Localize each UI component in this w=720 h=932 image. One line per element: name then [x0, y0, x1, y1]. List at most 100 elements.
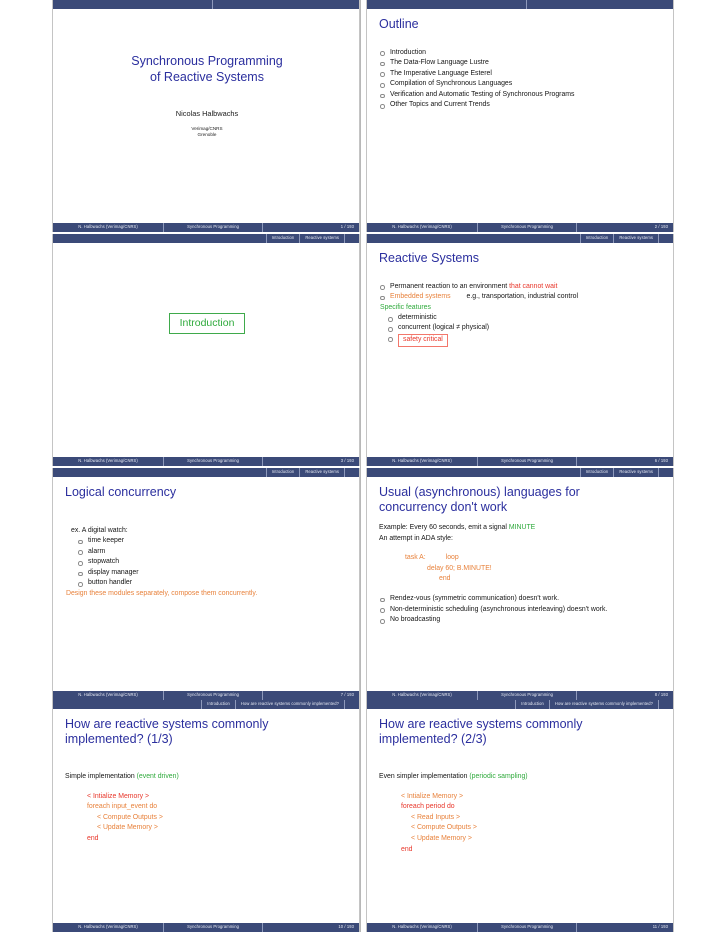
code-line-foreach: foreach input_event do — [87, 803, 158, 811]
footer-page-number: 7 / 193 — [340, 692, 354, 698]
slide-heading-line2: implemented? (1/3) — [65, 731, 173, 746]
footer-author: N. Halbwachs (Verimag/CNRS) — [78, 692, 138, 698]
navbar-tail — [344, 700, 359, 709]
slide-navbar — [367, 0, 673, 9]
slide-async-languages: Introduction Reactive systems Usual (asy… — [366, 468, 674, 700]
slide-reactive-systems: Introduction Reactive systems Reactive S… — [366, 234, 674, 466]
navbar-tail — [658, 700, 673, 709]
code-line-foreach: foreach period do — [401, 803, 455, 811]
footer-page-number: 1 / 193 — [340, 224, 354, 230]
affiliation-city: Grenoble — [197, 132, 217, 137]
navbar-spacer — [53, 700, 201, 709]
safety-critical-badge: safety critical — [398, 333, 448, 347]
navbar-section-introduction[interactable]: Introduction — [579, 468, 614, 477]
presentation-title-line2: of Reactive Systems — [150, 70, 264, 84]
slide-heading-line1: How are reactive systems commonly — [65, 717, 269, 731]
slide-title: Synchronous Programming of Reactive Syst… — [52, 0, 360, 232]
bullet-text-emphasis: that cannot wait — [509, 282, 558, 290]
footer-author: N. Halbwachs (Verimag/CNRS) — [78, 458, 138, 464]
slide-footer: N. Halbwachs (Verimag/CNRS) Synchronous … — [53, 457, 359, 466]
column-divider — [360, 0, 361, 932]
signal-name: MINUTE — [508, 524, 536, 531]
footer-author: N. Halbwachs (Verimag/CNRS) — [392, 924, 452, 930]
footer-course: Synchronous Programming — [477, 457, 576, 466]
footer-course: Synchronous Programming — [163, 691, 262, 700]
slide-navbar: Introduction How are reactive systems co… — [53, 700, 359, 709]
code-line-init-memory: < Intialize Memory > — [401, 792, 464, 800]
list-item: Compilation of Synchronous Languages — [379, 79, 663, 90]
slide-content: Outline Introduction The Data-Flow Langu… — [367, 9, 673, 223]
slide-content: Reactive Systems Permanent reaction to a… — [367, 243, 673, 457]
navbar-section-introduction[interactable]: Introduction — [515, 700, 549, 709]
footer-section — [262, 457, 305, 466]
navbar-subsection-reactive-systems[interactable]: Reactive systems — [613, 468, 658, 477]
list-item: Rendez-vous (symmetric communication) do… — [379, 594, 663, 605]
slide-introduction-section: Introduction Reactive systems Introducti… — [52, 234, 360, 466]
list-item: safety critical — [387, 333, 663, 347]
code-line-read-inputs: < Read Inputs > — [411, 813, 461, 821]
slide-footer: N. Halbwachs (Verimag/CNRS) Synchronous … — [53, 923, 359, 932]
bullet-text-emphasis: Embedded systems — [390, 293, 451, 301]
slide-heading: Logical concurrency — [65, 485, 177, 499]
navbar-section-introduction[interactable]: Introduction — [201, 700, 235, 709]
vertical-spacer — [379, 32, 663, 48]
implementation-lead-text: Even simpler implementation — [379, 773, 470, 780]
list-item: deterministic — [387, 313, 663, 323]
slide-footer: N. Halbwachs (Verimag/CNRS) Synchronous … — [367, 691, 673, 700]
navbar-empty-right — [213, 0, 359, 9]
code-line-compute-outputs: < Compute Outputs > — [97, 813, 163, 821]
async-problems-list: Rendez-vous (symmetric communication) do… — [379, 594, 663, 626]
list-item: alarm — [77, 547, 349, 558]
list-item: Non-deterministic scheduling (asynchrono… — [379, 605, 663, 616]
watch-modules-list: time keeper alarm stopwatch display mana… — [65, 536, 349, 589]
list-item: No broadcasting — [379, 615, 663, 626]
navbar-subsection-reactive-systems[interactable]: Reactive systems — [299, 468, 344, 477]
slide-heading: How are reactive systems commonly implem… — [379, 717, 663, 746]
vertical-spacer — [65, 783, 349, 792]
navbar-section-introduction[interactable]: Introduction — [265, 468, 300, 477]
implementation-lead: Even simpler implementation (periodic sa… — [379, 772, 663, 783]
slide-heading: Reactive Systems — [379, 251, 480, 265]
code-delay-line: delay 60; B.MINUTE! — [427, 564, 492, 572]
code-loop-keyword: loop — [445, 554, 459, 562]
slide-heading: Outline — [379, 17, 419, 31]
slide-how-implemented-1: Introduction How are reactive systems co… — [52, 700, 360, 932]
navbar-subsection-reactive-systems[interactable]: Reactive systems — [613, 234, 658, 243]
navbar-empty-left — [53, 0, 214, 9]
navbar-section-introduction[interactable]: Introduction — [579, 234, 614, 243]
footer-section — [262, 691, 305, 700]
navbar-empty-right — [527, 0, 673, 9]
footer-page-number: 2 / 193 — [654, 224, 668, 230]
slide-content: Usual (asynchronous) languages for concu… — [367, 477, 673, 691]
navbar-subsection-how-implemented[interactable]: How are reactive systems commonly implem… — [234, 700, 344, 709]
footer-section — [262, 923, 305, 932]
slide-heading: Usual (asynchronous) languages for concu… — [379, 485, 663, 514]
list-item: concurrent (logical ≠ physical) — [387, 323, 663, 333]
example-label: ex. A digital watch: — [71, 526, 128, 534]
slide-navbar: Introduction Reactive systems — [367, 468, 673, 477]
footer-course: Synchronous Programming — [163, 923, 262, 932]
vertical-spacer — [379, 585, 663, 594]
list-item: time keeper — [77, 536, 349, 547]
navbar-tail — [658, 468, 673, 477]
navbar-spacer — [53, 234, 266, 243]
footer-page-number: 6 / 193 — [654, 458, 668, 464]
slide-navbar: Introduction How are reactive systems co… — [367, 700, 673, 709]
reactive-bullets: Permanent reaction to an environment tha… — [379, 282, 663, 303]
footer-page-number: 3 / 193 — [340, 458, 354, 464]
code-line-init-memory: < Intialize Memory > — [87, 792, 150, 800]
list-item: The Data-Flow Language Lustre — [379, 58, 663, 69]
slide-heading-line2: implemented? (2/3) — [379, 731, 487, 746]
navbar-subsection-reactive-systems[interactable]: Reactive systems — [299, 234, 344, 243]
footer-course: Synchronous Programming — [163, 223, 262, 232]
code-line-end: end — [401, 845, 413, 853]
implementation-style: (periodic sampling) — [469, 773, 528, 780]
vertical-spacer — [379, 746, 663, 772]
slide-navbar — [53, 0, 359, 9]
navbar-subsection-how-implemented[interactable]: How are reactive systems commonly implem… — [548, 700, 658, 709]
navbar-section-introduction[interactable]: Introduction — [265, 234, 300, 243]
navbar-spacer — [367, 700, 515, 709]
footer-course: Synchronous Programming — [477, 223, 576, 232]
presentation-author: Nicolas Halbwachs — [175, 109, 239, 118]
bullet-text-plain: Permanent reaction to an environment — [390, 282, 510, 290]
